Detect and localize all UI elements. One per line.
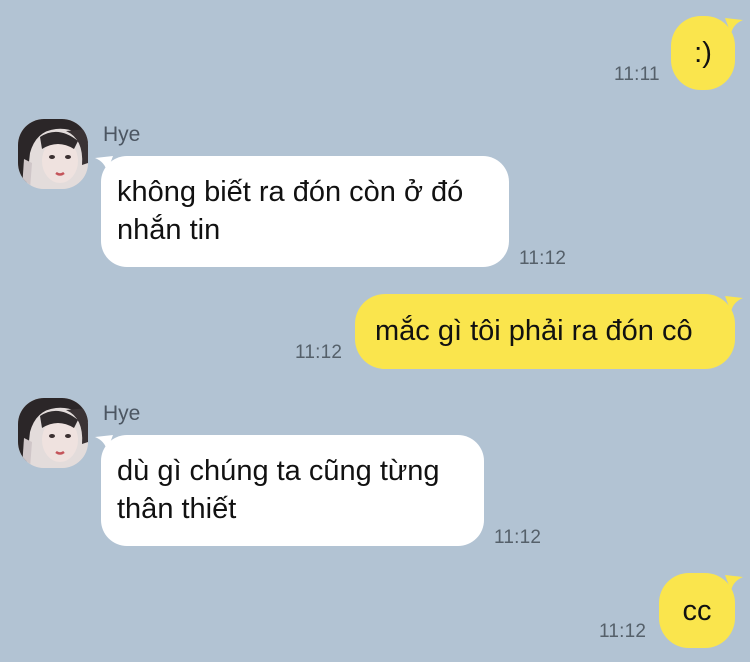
message-bubble-incoming[interactable]: dù gì chúng ta cũng từng thân thiết [101,435,484,546]
bubble-tail [725,575,743,591]
message-time: 11:12 [599,621,647,642]
message-text: :) [694,37,712,69]
message-text-line: không biết ra đón còn ở đó [117,176,464,208]
message-text: mắc gì tôi phải ra đón cô [375,315,693,347]
message-text-line: nhắn tin [117,214,221,246]
avatar[interactable] [18,119,88,189]
message-time: 11:12 [295,342,343,363]
message-time: 11:12 [519,248,567,269]
avatar[interactable] [18,398,88,468]
bubble-tail [725,18,743,34]
avatar-photo-icon [18,398,88,468]
sender-name: Hye [103,402,141,425]
message-bubble-outgoing[interactable]: mắc gì tôi phải ra đón cô [355,294,735,369]
message-text-line: thân thiết [117,493,237,525]
message-text-line: dù gì chúng ta cũng từng [117,455,440,487]
avatar-photo-icon [18,119,88,189]
bubble-tail [725,296,743,312]
message-text: cc [682,594,712,627]
sender-name: Hye [103,123,141,146]
message-bubble-incoming[interactable]: không biết ra đón còn ở đó nhắn tin [101,156,509,267]
message-bubble-outgoing[interactable]: cc [659,573,735,648]
message-time: 11:11 [614,64,660,85]
message-time: 11:12 [494,527,542,548]
